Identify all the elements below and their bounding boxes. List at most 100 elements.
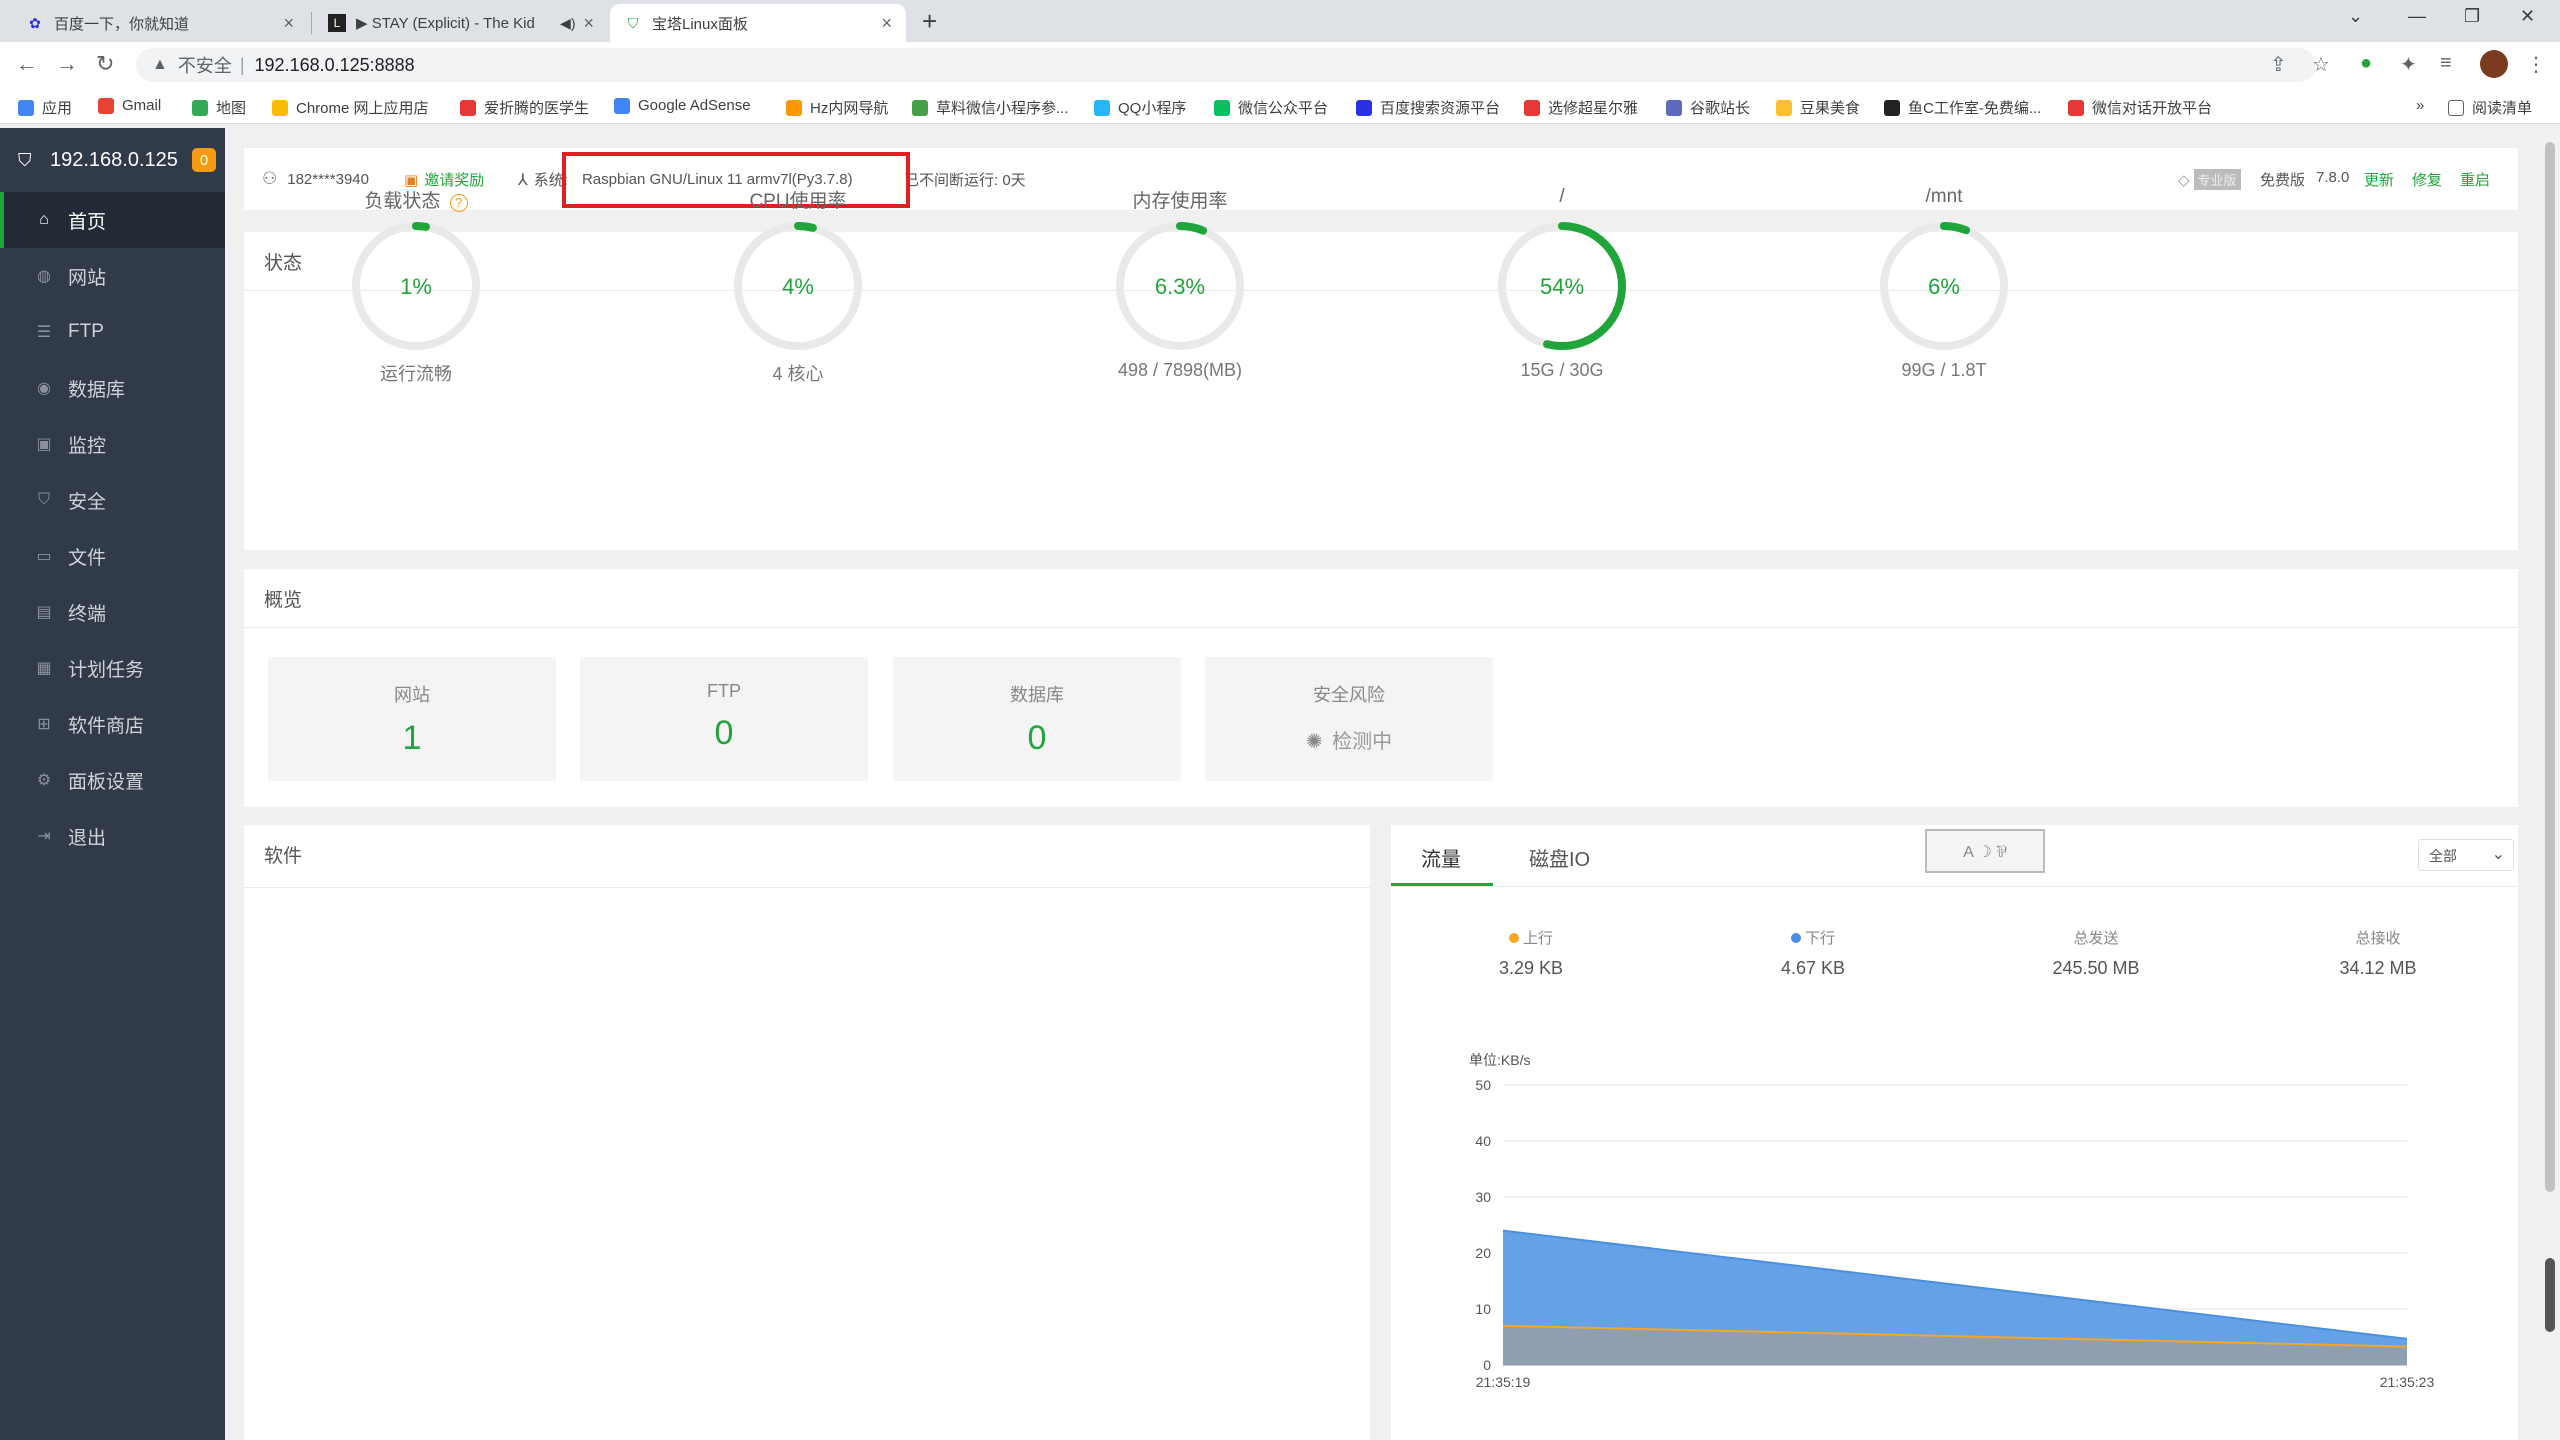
extension-check-icon[interactable]: ● <box>2360 52 2372 75</box>
gauge-disk-root[interactable]: / 54% 15G / 30G <box>1472 186 1652 381</box>
browser-tab-bt[interactable]: ⛉ 宝塔Linux面板 × <box>610 4 906 42</box>
sidebar-host[interactable]: ⛉ 192.168.0.125 0 <box>0 128 225 192</box>
reading-list-icon <box>2448 99 2464 116</box>
media-icon[interactable]: ≡ <box>2440 52 2452 75</box>
browser-tab-baidu[interactable]: ✿ 百度一下，你就知道 × <box>12 4 308 42</box>
webmaster-icon <box>1666 99 1682 116</box>
sidebar-item-ftp[interactable]: ☰ FTP <box>0 304 225 360</box>
stat-total-received: 总接收 34.12 MB <box>2339 930 2417 978</box>
gauge-value: 54% <box>1540 274 1584 299</box>
back-icon[interactable]: ← <box>16 51 38 77</box>
forward-icon[interactable]: → <box>56 51 78 77</box>
bookmark-item[interactable]: 爱折腾的医学生 <box>460 97 589 118</box>
stat-download: 下行 4.67 KB <box>1780 930 1846 978</box>
minimize-icon[interactable]: — <box>2408 6 2426 27</box>
globe-icon: ◍ <box>37 268 51 285</box>
update-link[interactable]: 更新 <box>2364 169 2394 190</box>
gauge-label: /mnt <box>1925 186 1963 207</box>
window-close-icon[interactable]: ✕ <box>2520 6 2535 27</box>
tab-search-icon[interactable]: ⌄ <box>2348 6 2363 27</box>
bookmark-item[interactable]: 草料微信小程序参... <box>912 97 1069 118</box>
gauge-sub: 498 / 7898(MB) <box>1117 360 1243 380</box>
bookmark-item[interactable]: QQ小程序 <box>1094 97 1186 118</box>
bookmark-item[interactable]: 鱼C工作室-免费编... <box>1884 97 2041 118</box>
extensions-puzzle-icon[interactable]: ✦ <box>2400 52 2417 77</box>
wechat-icon <box>1214 99 1230 116</box>
x-tick-label: 21:35:23 <box>2380 1374 2435 1390</box>
browser-tab-stay[interactable]: L ▶ STAY (Explicit) - The Kid ◀) × <box>314 4 608 42</box>
logout-icon: ⇥ <box>37 828 51 845</box>
sidebar-item-database[interactable]: ◉ 数据库 <box>0 360 225 416</box>
bookmark-item[interactable]: Chrome 网上应用店 <box>272 97 429 118</box>
ime-toolbar-icon: A ☽ ⅌ <box>1925 829 2045 873</box>
gauge-load[interactable]: 负载状态 ? 1% 运行流畅 <box>326 186 506 386</box>
close-icon[interactable]: × <box>583 13 594 34</box>
gauge-memory[interactable]: 内存使用率 6.3% 498 / 7898(MB) <box>1090 186 1270 381</box>
bookmark-item[interactable]: 微信对话开放平台 <box>2068 97 2212 118</box>
help-icon[interactable]: ? <box>449 194 468 212</box>
bookmark-item[interactable]: 微信公众平台 <box>1214 97 1328 118</box>
gauge-sub: 运行流畅 <box>380 364 452 384</box>
restore-icon[interactable]: ❐ <box>2464 6 2480 27</box>
new-tab-icon[interactable]: + <box>922 6 937 37</box>
overview-card-website[interactable]: 网站 1 <box>268 657 556 781</box>
message-badge[interactable]: 0 <box>192 148 216 172</box>
bookmark-item[interactable]: Google AdSense <box>614 97 751 114</box>
restart-link[interactable]: 重启 <box>2460 169 2490 190</box>
reading-list[interactable]: 阅读清单 <box>2448 97 2532 118</box>
overview-card-security-risk[interactable]: 安全风险 ✺ 检测中 <box>1205 657 1493 781</box>
sidebar-item-security[interactable]: ⛉ 安全 <box>0 472 225 528</box>
interface-select[interactable]: 全部 ⌄ <box>2418 839 2514 871</box>
share-icon[interactable]: ⇪ <box>2270 52 2287 77</box>
bookmark-item[interactable]: 应用 <box>18 97 72 118</box>
close-icon[interactable]: × <box>881 13 892 34</box>
bookmarks-overflow-icon[interactable]: » <box>2416 97 2424 114</box>
overview-card-database[interactable]: 数据库 0 <box>893 657 1181 781</box>
divider <box>244 887 1370 888</box>
sidebar-item-cron[interactable]: ▦ 计划任务 <box>0 640 225 696</box>
bookmark-item[interactable]: Hz内网导航 <box>786 97 888 118</box>
scrollbar-thumb-active[interactable] <box>2545 1258 2555 1332</box>
bookmark-item[interactable]: 选修超星尔雅 <box>1524 97 1638 118</box>
edition-label: 免费版 <box>2260 172 2306 189</box>
bookmark-item[interactable]: 豆果美食 <box>1776 97 1860 118</box>
overview-card-ftp[interactable]: FTP 0 <box>580 657 868 781</box>
bookmark-star-icon[interactable]: ☆ <box>2312 52 2330 77</box>
y-tick-label: 40 <box>1475 1133 1491 1149</box>
bookmark-item[interactable]: 百度搜索资源平台 <box>1356 97 1500 118</box>
close-icon[interactable]: × <box>283 13 294 34</box>
apps-icon: ⊞ <box>37 716 51 733</box>
gauge-disk-mnt[interactable]: /mnt 6% 99G / 1.8T <box>1854 186 2034 381</box>
sidebar-item-monitor[interactable]: ▣ 监控 <box>0 416 225 472</box>
gauge-cpu[interactable]: CPU使用率 4% 4 核心 <box>708 186 888 386</box>
reload-icon[interactable]: ↻ <box>96 51 114 77</box>
speaker-icon[interactable]: ◀) <box>560 15 575 32</box>
sidebar-item-logout[interactable]: ⇥ 退出 <box>0 808 225 864</box>
tab-disk-io[interactable]: 磁盘IO <box>1529 843 1590 872</box>
gauge-label: 负载状态 ? <box>326 186 506 212</box>
repair-link[interactable]: 修复 <box>2412 169 2442 190</box>
menu-icon[interactable]: ⋮ <box>2526 52 2546 77</box>
sidebar-item-terminal[interactable]: ▤ 终端 <box>0 584 225 640</box>
pro-badge[interactable]: ◇ 专业版 <box>2178 169 2241 190</box>
x-tick-label: 21:35:19 <box>1476 1374 1531 1390</box>
sidebar-item-website[interactable]: ◍ 网站 <box>0 248 225 304</box>
scrollbar-thumb[interactable] <box>2545 142 2555 1192</box>
tab-traffic[interactable]: 流量 <box>1421 843 1461 872</box>
avatar[interactable] <box>2480 50 2508 78</box>
bt-shield-icon: ⛉ <box>627 14 639 31</box>
bookmark-item[interactable]: 地图 <box>192 97 246 118</box>
baidu-icon: ✿ <box>29 14 41 31</box>
sidebar-item-home[interactable]: ⌂ 首页 <box>0 192 225 248</box>
sidebar-item-appstore[interactable]: ⊞ 软件商店 <box>0 696 225 752</box>
bookmark-item[interactable]: 谷歌站长 <box>1666 97 1750 118</box>
address-bar[interactable]: ▲ 不安全 | 192.168.0.125:8888 <box>136 48 2316 82</box>
sidebar-item-settings[interactable]: ⚙ 面板设置 <box>0 752 225 808</box>
page-scrollbar[interactable] <box>2540 128 2560 1440</box>
gauge-label: 内存使用率 <box>1132 191 1228 212</box>
software-panel: 软件 <box>244 825 1370 1440</box>
sidebar-item-files[interactable]: ▭ 文件 <box>0 528 225 584</box>
loading-spinner-icon: ✺ <box>1305 731 1323 753</box>
bookmark-item[interactable]: Gmail <box>98 97 161 114</box>
qrcode-icon <box>912 99 928 116</box>
